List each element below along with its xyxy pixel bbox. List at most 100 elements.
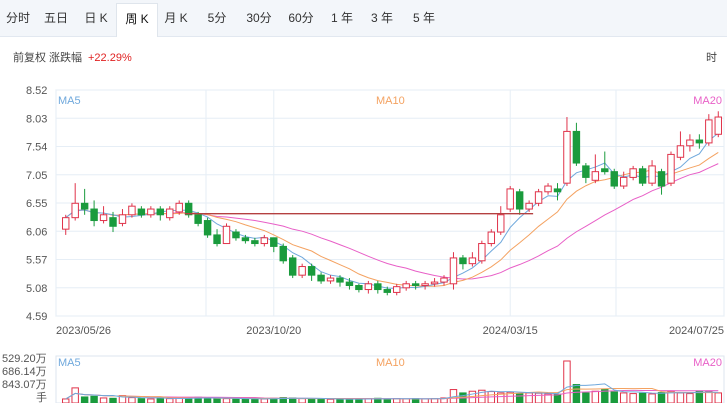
candle-up — [506, 188, 514, 210]
candle-up — [705, 119, 713, 144]
volume-bar — [534, 392, 543, 403]
candle-down — [355, 285, 363, 291]
tab-10[interactable]: 5 年 — [402, 3, 446, 33]
volume-tick-label: 手 — [36, 390, 47, 403]
candle-up — [449, 257, 458, 285]
tab-3[interactable]: 周 K — [116, 3, 158, 37]
candle-up — [563, 130, 571, 184]
y-tick-label: 7.54 — [26, 142, 47, 154]
candle-down — [213, 234, 221, 245]
volume-bar — [241, 398, 250, 403]
volume-bar — [232, 398, 240, 403]
legend-ma5: MA5 — [58, 95, 81, 107]
period-tab-bar: 分时 五日日 K周 K月 K 5分 30分 60分 1 年3 年5 年 — [0, 0, 727, 37]
candle-down — [251, 240, 259, 245]
volume-bar — [629, 393, 637, 403]
volume-bar — [336, 398, 344, 403]
candle-down — [241, 237, 250, 242]
time-label: 时 — [706, 52, 717, 64]
candle-down — [695, 139, 704, 144]
volume-bar — [553, 393, 562, 403]
tab-8[interactable]: 1 年 — [322, 3, 362, 33]
candle-down — [137, 208, 146, 216]
candle-down — [657, 171, 666, 187]
candle-up — [222, 225, 231, 245]
volume-bar — [563, 360, 571, 403]
candle-up — [714, 116, 722, 135]
tab-5[interactable]: 5分 — [196, 3, 238, 33]
candle-down — [307, 266, 316, 276]
volume-bar — [686, 393, 694, 403]
y-tick-label: 8.03 — [26, 113, 47, 125]
volume-legend-ma10: MA10 — [376, 357, 405, 369]
candle-up — [676, 145, 685, 158]
volume-bar — [638, 392, 647, 403]
candle-down — [345, 281, 354, 287]
legend-ma10: MA10 — [376, 95, 405, 107]
candle-up — [440, 277, 448, 283]
volume-bar — [156, 397, 165, 403]
candlestick-chart[interactable]: 8.52 8.03 7.54 7.05 6.55 6.06 5.57 5.08 4.59 2023… — [0, 73, 727, 403]
candle-down — [317, 274, 325, 282]
candle-down — [156, 208, 165, 216]
tab-0[interactable]: 分时 — [0, 3, 36, 33]
tab-2[interactable]: 日 K — [76, 3, 116, 33]
candle-up — [298, 266, 306, 276]
volume-bar — [714, 392, 722, 403]
candle-up — [326, 277, 335, 282]
volume-bar — [705, 391, 713, 403]
volume-bar — [298, 398, 306, 403]
candle-up — [99, 214, 108, 222]
candle-down — [553, 188, 562, 193]
candle-down — [383, 289, 391, 293]
candle-up — [430, 281, 439, 285]
volume-bar — [222, 398, 231, 403]
candle-down — [515, 191, 524, 210]
y-tick-label: 5.57 — [26, 255, 47, 267]
x-tick-label: 2023/05/26 — [56, 325, 111, 337]
y-tick-label: 5.08 — [26, 283, 47, 295]
volume-bar — [90, 395, 98, 403]
volume-tick-label: 843.07万 — [2, 379, 47, 391]
volume-bar — [345, 398, 354, 403]
change-percent: +22.29% — [88, 52, 132, 64]
candle-up — [62, 217, 70, 230]
volume-bar — [326, 398, 335, 403]
x-tick-label: 2024/03/15 — [483, 325, 538, 337]
volume-bar — [213, 397, 221, 403]
volume-bar — [251, 398, 259, 403]
candle-up — [648, 165, 656, 184]
adjustment-label: 前复权 涨跌幅 — [13, 52, 83, 64]
tab-7[interactable]: 60分 — [280, 3, 322, 33]
volume-bar — [383, 398, 391, 403]
y-tick-label: 6.55 — [26, 198, 47, 210]
candle-down — [336, 277, 344, 283]
candle-down — [288, 257, 297, 276]
x-tick-label: 2024/07/25 — [669, 325, 724, 337]
volume-bar — [166, 398, 174, 403]
volume-bar — [62, 398, 70, 403]
volume-bar — [80, 396, 89, 403]
tab-9[interactable]: 3 年 — [362, 3, 402, 33]
legend-ma20: MA20 — [693, 95, 722, 107]
volume-bar — [572, 384, 581, 403]
candle-up — [487, 231, 496, 245]
candle-up — [525, 202, 533, 210]
candle-up — [544, 185, 552, 193]
tab-1[interactable]: 五日 — [36, 3, 76, 33]
candle-down — [203, 220, 212, 236]
candle-down — [80, 202, 89, 210]
candle-down — [582, 165, 590, 178]
candle-down — [194, 214, 202, 224]
candle-down — [610, 171, 618, 187]
candle-up — [421, 283, 429, 287]
volume-bar — [591, 390, 600, 403]
tab-6[interactable]: 30分 — [238, 3, 280, 33]
candle-down — [90, 208, 98, 222]
y-tick-label: 8.52 — [26, 85, 47, 97]
volume-bar — [402, 398, 410, 403]
candle-up — [393, 286, 401, 293]
volume-legend-ma20: MA20 — [693, 357, 722, 369]
candle-up — [260, 237, 269, 245]
tab-4[interactable]: 月 K — [156, 3, 196, 33]
